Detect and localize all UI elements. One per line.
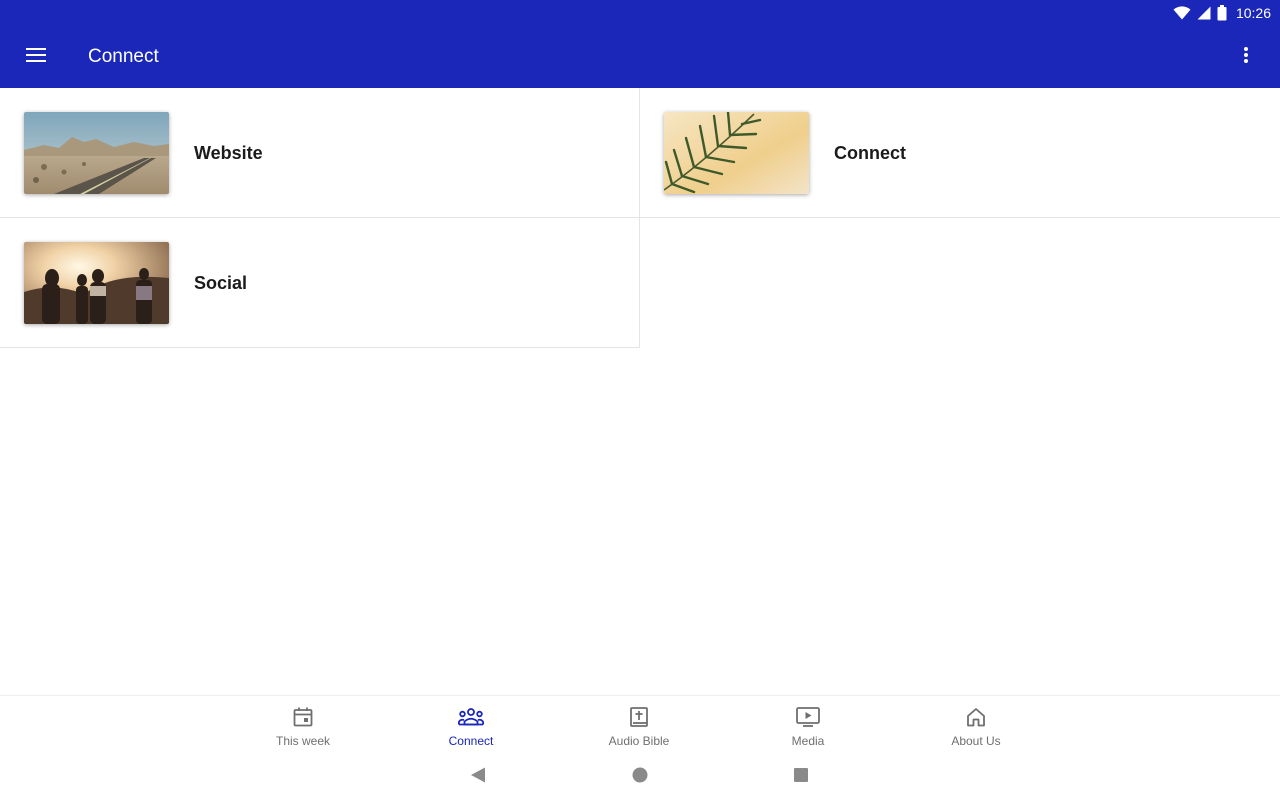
status-time: 10:26 [1235,5,1271,21]
home-circle-icon [632,767,648,788]
tile-connect[interactable]: Connect [640,88,1280,218]
tile-social[interactable]: Social [0,218,640,348]
nav-item-about-us[interactable]: About Us [906,696,1046,754]
sunset-people-image [24,242,169,324]
tile-label: Website [194,143,263,163]
nav-label: About Us [951,734,1001,748]
nav-item-this-week[interactable]: This week [233,696,373,754]
groups-icon [458,706,484,728]
nav-label: Connect [448,734,494,748]
nav-label: Media [791,734,825,748]
bible-icon [630,706,648,728]
page-title: Connect [88,46,159,67]
nav-item-media[interactable]: Media [738,696,878,754]
desert-road-image [24,112,169,194]
back-icon [470,767,486,788]
tile-label: Connect [834,143,906,163]
nav-item-audio-bible[interactable]: Audio Bible [569,696,709,754]
home-icon [966,706,986,728]
recents-button[interactable] [789,765,813,789]
calendar-icon [293,706,313,728]
tile-label: Social [194,273,248,293]
wifi-icon [1173,6,1191,20]
video-player-icon [796,706,820,728]
nav-item-connect[interactable]: Connect [401,696,541,754]
system-navigation-bar [0,753,1280,800]
nav-label: Audio Bible [608,734,670,748]
app-bar: Connect [0,26,1280,88]
palm-leaf-image [664,112,809,194]
battery-icon [1217,5,1227,21]
hamburger-menu-icon [26,47,46,68]
bottom-navigation: This week Connect Audio Bible Media Abou… [0,695,1280,753]
status-bar: 10:26 [0,0,1280,26]
cell-signal-icon [1197,6,1211,20]
home-button[interactable] [628,765,652,789]
tile-website[interactable]: Website [0,88,640,218]
recents-icon [793,767,809,788]
back-button[interactable] [466,765,490,789]
overflow-menu-button[interactable] [1226,37,1266,77]
nav-label: This week [275,734,331,748]
menu-button[interactable] [16,37,56,77]
more-vert-icon [1243,46,1249,69]
